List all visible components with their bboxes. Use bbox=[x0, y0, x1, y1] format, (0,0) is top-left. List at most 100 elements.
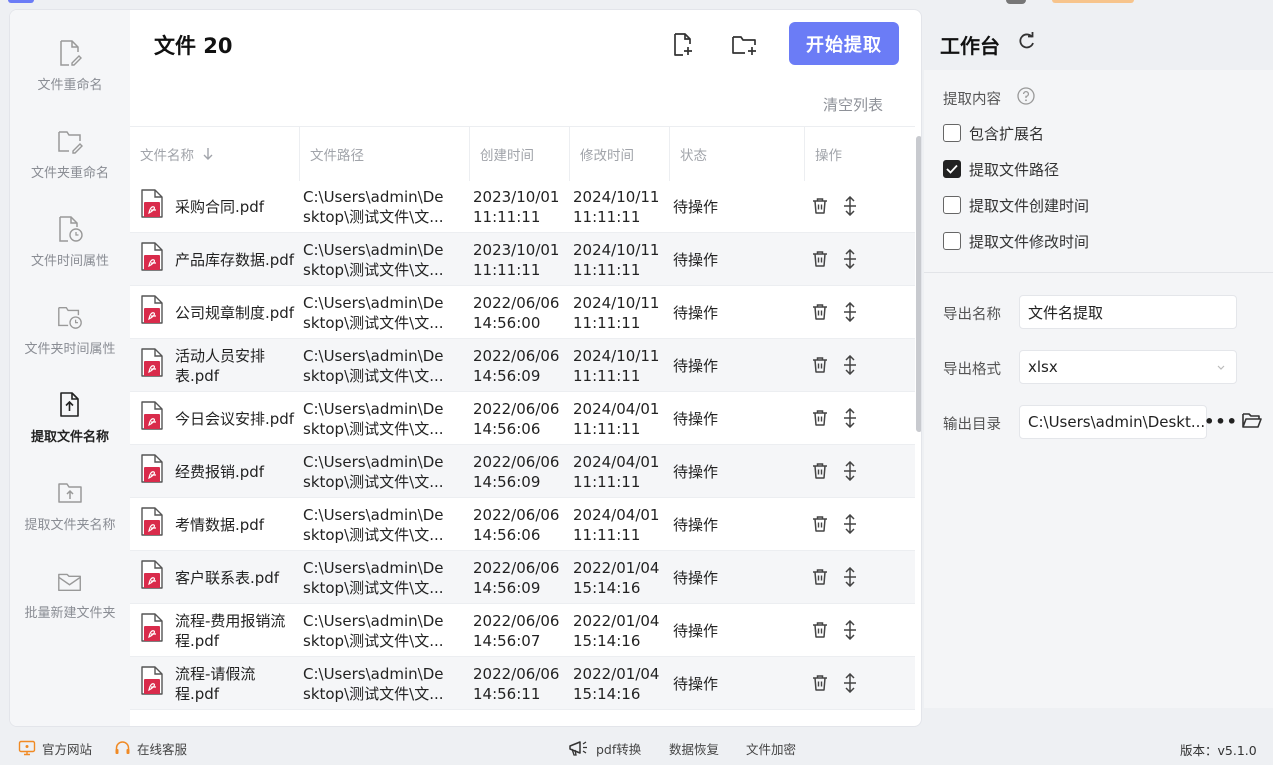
scrollbar-thumb[interactable] bbox=[916, 136, 921, 432]
table-row[interactable]: 采购合同.pdf C:\Users\admin\De sktop\测试文件\文..… bbox=[130, 180, 915, 233]
table-row[interactable]: 产品库存数据.pdf C:\Users\admin\De sktop\测试文件\文… bbox=[130, 233, 915, 286]
sidebar-item-2[interactable]: 文件夹重命名 bbox=[10, 126, 130, 214]
start-extract-button[interactable]: 开始提取 bbox=[789, 22, 899, 65]
sidebar-item-3[interactable]: 文件时间属性 bbox=[10, 214, 130, 302]
table-row[interactable]: 经费报销.pdf C:\Users\admin\De sktop\测试文件\文..… bbox=[130, 445, 915, 498]
table-row[interactable]: 考情数据.pdf C:\Users\admin\De sktop\测试文件\文..… bbox=[130, 498, 915, 551]
check-icon bbox=[946, 164, 958, 174]
delete-icon[interactable] bbox=[810, 672, 830, 694]
column-divider[interactable] bbox=[299, 127, 300, 181]
modified-time-cell: 2024/04/01 11:11:11 bbox=[573, 505, 660, 544]
official-website-label: 官方网站 bbox=[42, 741, 93, 757]
column-divider[interactable] bbox=[469, 127, 470, 181]
sidebar-item-6[interactable]: 提取文件夹名称 bbox=[10, 478, 130, 566]
modified-time-cell: 2024/10/11 11:11:11 bbox=[573, 187, 660, 226]
refresh-icon[interactable] bbox=[1017, 31, 1037, 51]
pdf-convert-link[interactable]: pdf转换 bbox=[568, 739, 641, 757]
table-row[interactable]: 流程-费用报销流程.pdf C:\Users\admin\De sktop\测试文… bbox=[130, 604, 915, 657]
checkbox[interactable] bbox=[943, 196, 961, 214]
move-icon[interactable] bbox=[840, 672, 860, 694]
export-format-select[interactable]: xlsx bbox=[1019, 350, 1237, 384]
column-header-ctime: 创建时间 bbox=[480, 148, 534, 164]
option-3[interactable]: 提取文件创建时间 bbox=[943, 194, 1089, 216]
move-icon[interactable] bbox=[840, 460, 860, 482]
pdf-file-icon bbox=[140, 189, 164, 219]
pdf-file-icon bbox=[140, 401, 164, 431]
delete-icon[interactable] bbox=[810, 513, 830, 535]
table-row[interactable]: 公司规章制度.pdf C:\Users\admin\De sktop\测试文件\文… bbox=[130, 286, 915, 339]
delete-icon[interactable] bbox=[810, 619, 830, 641]
delete-icon[interactable] bbox=[810, 248, 830, 270]
table-row[interactable]: 活动人员安排表.pdf C:\Users\admin\De sktop\测试文件\… bbox=[130, 339, 915, 392]
pdf-file-icon bbox=[140, 454, 164, 484]
move-icon[interactable] bbox=[840, 301, 860, 323]
sidebar-item-4[interactable]: 文件夹时间属性 bbox=[10, 302, 130, 390]
table-row[interactable]: 客户联系表.pdf C:\Users\admin\De sktop\测试文件\文.… bbox=[130, 551, 915, 604]
created-time-cell: 2022/06/06 14:56:09 bbox=[473, 558, 560, 597]
sort-down-icon[interactable] bbox=[202, 147, 214, 161]
delete-icon[interactable] bbox=[810, 301, 830, 323]
modified-time-cell: 2022/01/04 15:14:16 bbox=[573, 611, 660, 650]
checkbox[interactable] bbox=[943, 232, 961, 250]
pdf-file-icon bbox=[140, 242, 164, 272]
sidebar-item-label: 提取文件夹名称 bbox=[24, 518, 116, 533]
official-website-link[interactable]: 官方网站 bbox=[18, 739, 92, 757]
open-folder-icon[interactable] bbox=[1241, 410, 1263, 430]
sidebar-item-1[interactable]: 文件重命名 bbox=[10, 38, 130, 126]
option-4[interactable]: 提取文件修改时间 bbox=[943, 230, 1089, 252]
vip-badge[interactable] bbox=[1052, 0, 1134, 3]
help-icon[interactable] bbox=[1017, 87, 1035, 105]
move-icon[interactable] bbox=[840, 619, 860, 641]
add-folder-button[interactable] bbox=[728, 28, 762, 62]
file-path-cell: C:\Users\admin\De sktop\测试文件\文... bbox=[303, 611, 444, 650]
envelope-folder-icon bbox=[56, 566, 84, 596]
table-row[interactable]: 流程-请假流程.pdf C:\Users\admin\De sktop\测试文件\… bbox=[130, 657, 915, 710]
output-dir-input[interactable]: C:\Users\admin\Deskt... bbox=[1019, 405, 1207, 439]
status-cell: 待操作 bbox=[673, 515, 719, 534]
column-header-name[interactable]: 文件名称 bbox=[140, 127, 214, 181]
file-encrypt-link[interactable]: 文件加密 bbox=[746, 739, 796, 757]
modified-time-cell: 2024/10/11 11:11:11 bbox=[573, 293, 660, 332]
sidebar-item-7[interactable]: 批量新建文件夹 bbox=[10, 566, 130, 654]
file-name-cell: 流程-请假流程.pdf bbox=[175, 664, 256, 703]
clear-list-button[interactable]: 清空列表 bbox=[823, 94, 883, 115]
delete-icon[interactable] bbox=[810, 460, 830, 482]
file-name-cell: 客户联系表.pdf bbox=[175, 568, 280, 587]
column-divider[interactable] bbox=[804, 127, 805, 181]
move-icon[interactable] bbox=[840, 513, 860, 535]
sidebar-item-label: 文件夹重命名 bbox=[30, 166, 109, 181]
modified-time-cell: 2024/10/11 11:11:11 bbox=[573, 240, 660, 279]
export-format-value: xlsx bbox=[1028, 358, 1058, 376]
delete-icon[interactable] bbox=[810, 566, 830, 588]
column-header-path: 文件路径 bbox=[310, 148, 364, 164]
data-recovery-link[interactable]: 数据恢复 bbox=[669, 739, 719, 757]
export-name-input[interactable]: 文件名提取 bbox=[1019, 295, 1237, 329]
move-icon[interactable] bbox=[840, 407, 860, 429]
online-support-link[interactable]: 在线客服 bbox=[114, 739, 187, 757]
folder-plus-icon bbox=[732, 36, 756, 55]
column-divider[interactable] bbox=[669, 127, 670, 181]
move-icon[interactable] bbox=[840, 566, 860, 588]
add-file-button[interactable] bbox=[666, 28, 700, 62]
delete-icon[interactable] bbox=[810, 195, 830, 217]
table-row[interactable]: 今日会议安排.pdf C:\Users\admin\De sktop\测试文件\文… bbox=[130, 392, 915, 445]
file-path-cell: C:\Users\admin\De sktop\测试文件\文... bbox=[303, 399, 444, 438]
delete-icon[interactable] bbox=[810, 354, 830, 376]
sidebar-item-label: 文件重命名 bbox=[37, 78, 103, 93]
sidebar-item-5[interactable]: 提取文件名称 bbox=[10, 390, 130, 478]
option-2[interactable]: 提取文件路径 bbox=[943, 158, 1059, 180]
sidebar-item-label: 提取文件名称 bbox=[30, 430, 109, 445]
avatar[interactable] bbox=[1006, 0, 1026, 4]
file-name-cell: 经费报销.pdf bbox=[175, 462, 265, 481]
move-icon[interactable] bbox=[840, 195, 860, 217]
delete-icon[interactable] bbox=[810, 407, 830, 429]
column-divider[interactable] bbox=[569, 127, 570, 181]
checkbox[interactable] bbox=[943, 124, 961, 142]
move-icon[interactable] bbox=[840, 248, 860, 270]
move-icon[interactable] bbox=[840, 354, 860, 376]
browse-more-button[interactable]: ••• bbox=[1204, 405, 1237, 437]
column-header-mtime: 修改时间 bbox=[580, 148, 634, 164]
option-label: 包含扩展名 bbox=[969, 124, 1045, 143]
option-1[interactable]: 包含扩展名 bbox=[943, 122, 1044, 144]
checkbox[interactable] bbox=[943, 160, 961, 178]
